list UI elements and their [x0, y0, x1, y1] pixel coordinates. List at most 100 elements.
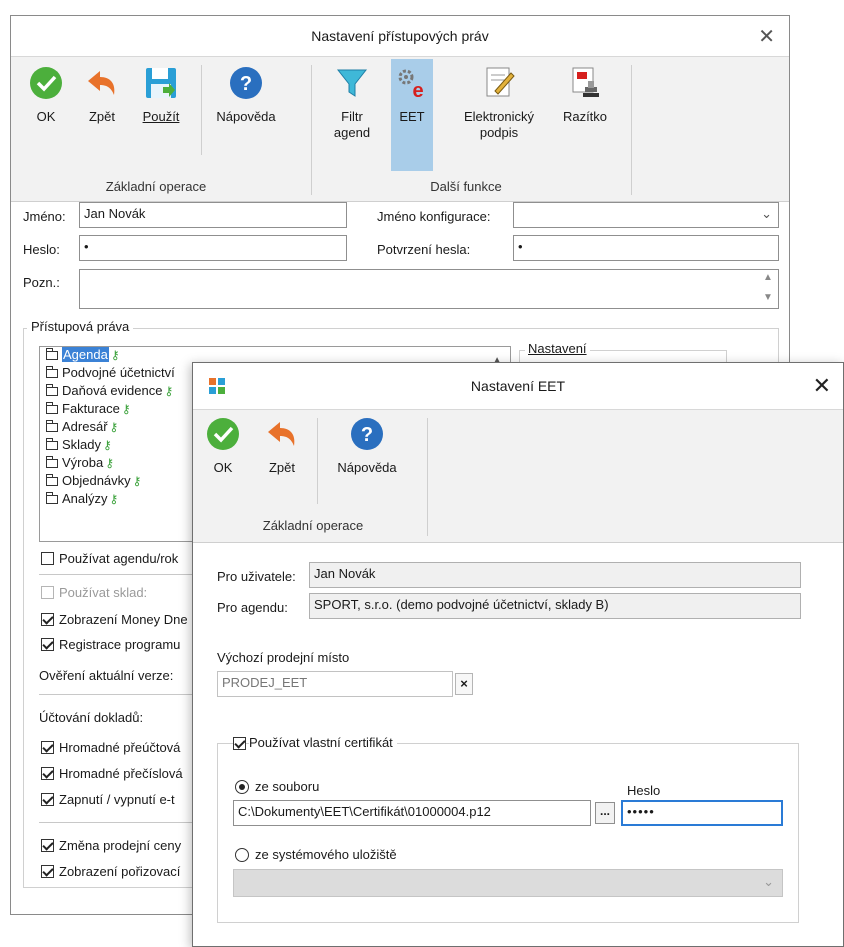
tree-item-label: Podvojné účetnictví [62, 365, 175, 380]
config-name-select[interactable]: ⌄ [513, 202, 779, 228]
show-purchase-checkbox[interactable] [41, 865, 54, 878]
confirm-password-input[interactable]: • [513, 235, 779, 261]
verify-version-label: Ověření aktuální verze: [39, 668, 174, 683]
eet-back-button[interactable]: Zpět [257, 410, 307, 510]
eet-group-basic-label: Základní operace [262, 518, 364, 533]
e-signature-line1: Elektronický [463, 109, 535, 124]
filter-agend-button[interactable]: Filtr agend [325, 59, 379, 169]
apply-button[interactable]: Použít [133, 59, 189, 159]
note-textarea[interactable] [79, 269, 779, 309]
from-file-radio[interactable] [235, 780, 249, 794]
help-button[interactable]: ? Nápověda [207, 59, 285, 159]
for-user-value: Jan Novák [309, 562, 801, 588]
ribbon-group-separator-2 [631, 65, 632, 195]
change-price-label: Změna prodejní ceny [59, 838, 182, 853]
save-disk-icon [146, 68, 176, 98]
folder-icon [46, 420, 58, 432]
key-icon: ⚷ [109, 420, 119, 434]
password-label: Heslo: [23, 242, 60, 257]
tree-item[interactable]: Sklady ⚷ [46, 437, 112, 452]
system-store-select[interactable]: ⌄ [233, 869, 783, 897]
svg-text:?: ? [361, 424, 373, 446]
folder-icon [46, 456, 58, 468]
use-store-checkbox[interactable] [41, 586, 54, 599]
use-store-label: Používat sklad: [59, 585, 148, 600]
ok-button[interactable]: OK [21, 59, 71, 159]
eet-settings-window: Nastavení EET ✕ OK Zpět ? Nápověda Zákla… [192, 362, 844, 947]
access-rights-label: Přístupová práva [27, 319, 134, 334]
default-place-label: Výchozí prodejní místo [217, 650, 350, 665]
name-input[interactable]: Jan Novák [79, 202, 347, 228]
show-purchase-label: Zobrazení pořizovací [59, 864, 181, 879]
eet-help-label: Nápověda [337, 460, 397, 475]
filter-label: Filtr agend [325, 109, 379, 141]
close-icon[interactable]: ✕ [758, 24, 775, 49]
tree-item[interactable]: Podvojné účetnictví [46, 365, 175, 380]
e-signature-label: Elektronický podpis [451, 109, 547, 141]
help-icon: ? [230, 67, 262, 99]
for-user-label: Pro uživatele: [217, 569, 296, 584]
default-place-input[interactable]: PRODEJ_EET [217, 671, 453, 697]
tree-item[interactable]: Objednávky ⚷ [46, 473, 141, 488]
accounting-label: Účtování dokladů: [39, 710, 144, 725]
back-button[interactable]: Zpět [77, 59, 127, 159]
cert-file-input[interactable]: C:\Dokumenty\EET\Certifikát\01000004.p12 [233, 800, 591, 826]
change-price-checkbox[interactable] [41, 839, 54, 852]
toggle-e-checkbox[interactable] [41, 793, 54, 806]
confirm-password-label: Potvrzení hesla: [377, 242, 471, 257]
window-title: Nastavení přístupových práv [311, 28, 489, 44]
toggle-e-label: Zapnutí / vypnutí e-t [59, 792, 175, 807]
tree-item-label: Analýzy [62, 491, 108, 506]
bulk-renumber-checkbox[interactable] [41, 767, 54, 780]
bulk-renumber-label: Hromadné přečíslová [59, 766, 183, 781]
check-circle-icon [30, 67, 62, 99]
for-agenda-value: SPORT, s.r.o. (demo podvojné účetnictví,… [309, 593, 801, 619]
tree-item[interactable]: Výroba ⚷ [46, 455, 114, 470]
filter-label-line1: Filtr [341, 109, 363, 124]
undo-arrow-icon [88, 71, 115, 95]
key-icon: ⚷ [132, 474, 142, 488]
eet-window-title: Nastavení EET [470, 378, 566, 394]
tree-item[interactable]: Agenda ⚷ [46, 347, 120, 362]
ribbon-group-separator [311, 65, 312, 195]
folder-icon [46, 348, 58, 360]
registration-checkbox[interactable] [41, 638, 54, 651]
tree-item-label: Fakturace [62, 401, 120, 416]
svg-text:?: ? [240, 73, 252, 95]
tree-item-label: Adresář [62, 419, 108, 434]
folder-icon [46, 474, 58, 486]
eet-label: EET [399, 109, 425, 124]
undo-arrow-icon [268, 422, 295, 446]
tree-item-label: Agenda [62, 347, 109, 362]
from-store-radio[interactable] [235, 848, 249, 862]
ribbon-separator [317, 418, 318, 504]
from-file-label: ze souboru [255, 779, 320, 794]
tree-item[interactable]: Daňová evidence ⚷ [46, 383, 173, 398]
eet-close-icon[interactable]: ✕ [813, 373, 831, 399]
own-cert-label: Používat vlastní certifikát [249, 735, 397, 750]
scroll-down-icon[interactable]: ▼ [763, 292, 773, 303]
own-cert-checkbox[interactable] [233, 737, 246, 750]
bulk-reaccount-checkbox[interactable] [41, 741, 54, 754]
scroll-up-icon[interactable]: ▲ [763, 272, 773, 283]
eet-ok-button[interactable]: OK [203, 410, 243, 510]
tree-item[interactable]: Fakturace ⚷ [46, 401, 131, 416]
browse-button[interactable]: ... [595, 802, 615, 824]
bulk-reaccount-label: Hromadné přeúčtová [59, 740, 181, 755]
folder-icon [46, 402, 58, 414]
tree-item[interactable]: Adresář ⚷ [46, 419, 118, 434]
tree-item[interactable]: Analýzy ⚷ [46, 491, 118, 506]
eet-button[interactable]: e EET [391, 59, 433, 171]
use-agenda-checkbox[interactable] [41, 552, 54, 565]
e-signature-button[interactable]: Elektronický podpis [451, 59, 547, 169]
password-input[interactable]: • [79, 235, 347, 261]
cert-password-input[interactable]: ••••• [621, 800, 783, 826]
stamp-button[interactable]: Razítko [557, 59, 613, 159]
show-money-checkbox[interactable] [41, 613, 54, 626]
config-name-label: Jméno konfigurace: [377, 209, 491, 224]
clear-place-button[interactable]: × [455, 673, 473, 695]
back-label: Zpět [88, 109, 115, 124]
name-label: Jméno: [23, 209, 66, 224]
eet-help-button[interactable]: ? Nápověda [325, 410, 409, 510]
show-money-label: Zobrazení Money Dne [59, 612, 188, 627]
